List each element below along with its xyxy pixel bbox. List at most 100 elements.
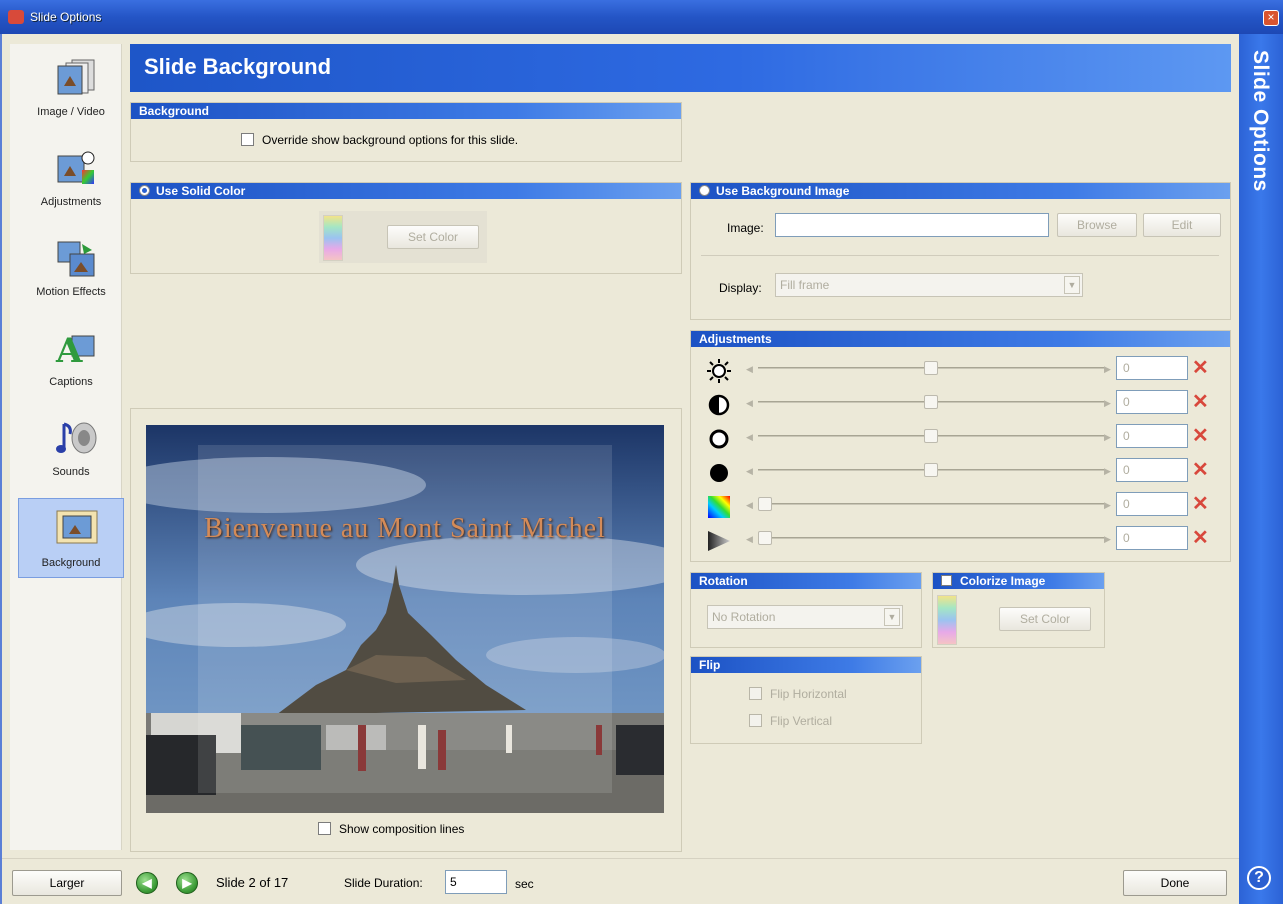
nav-item-motion-effects[interactable]: Motion Effects — [18, 228, 124, 308]
window-title: Slide Options — [30, 10, 102, 24]
done-button[interactable]: Done — [1123, 870, 1227, 896]
flip-title: Flip — [691, 657, 921, 673]
larger-button[interactable]: Larger — [12, 870, 122, 896]
previous-slide-button[interactable]: ◀ — [136, 872, 158, 894]
nav-item-image-video[interactable]: Image / Video — [18, 48, 124, 128]
duration-label: Slide Duration: — [344, 876, 423, 890]
nav-item-adjustments[interactable]: Adjustments — [18, 138, 124, 218]
black-point-value-input[interactable]: 0 — [1116, 458, 1188, 482]
reset-x-icon[interactable]: ✕ — [1192, 390, 1209, 414]
close-button[interactable]: × — [1263, 10, 1279, 26]
title-bar: Slide Options × — [0, 0, 1283, 34]
contrast-slider[interactable]: ◀ ▶ — [746, 395, 1116, 409]
colorize-set-color-button[interactable]: Set Color — [999, 607, 1091, 631]
display-label: Display: — [719, 281, 762, 295]
white-point-slider[interactable]: ◀ ▶ — [746, 429, 1116, 443]
contrast-value-input[interactable]: 0 — [1116, 390, 1188, 414]
nav-label: Motion Effects — [36, 286, 106, 298]
brightness-row: ◀ ▶ 0 ✕ — [706, 356, 1216, 384]
override-option[interactable]: Override show background options for thi… — [241, 133, 518, 147]
brightness-icon — [707, 359, 731, 383]
image-video-icon — [57, 59, 95, 95]
transparency-value-input[interactable]: 0 — [1116, 526, 1188, 550]
contrast-icon — [708, 394, 730, 416]
solid-color-panel: Use Solid Color Set Color — [130, 182, 682, 274]
hue-row: ◀ ▶ 0 ✕ — [706, 492, 1216, 520]
background-icon — [56, 510, 98, 544]
rotation-title: Rotation — [691, 573, 921, 589]
edit-button[interactable]: Edit — [1143, 213, 1221, 237]
page-title: Slide Background — [144, 54, 332, 79]
brightness-slider[interactable]: ◀ ▶ — [746, 361, 1116, 375]
app-icon — [8, 10, 24, 24]
flip-horizontal-checkbox[interactable] — [749, 687, 762, 700]
white-point-value-input[interactable]: 0 — [1116, 424, 1188, 448]
black-point-row: ◀ ▶ 0 ✕ — [706, 458, 1216, 486]
divider — [701, 255, 1219, 256]
flip-horizontal-option[interactable]: Flip Horizontal — [749, 687, 847, 701]
svg-text:A: A — [55, 331, 83, 370]
hue-value-input[interactable]: 0 — [1116, 492, 1188, 516]
composition-lines-option[interactable]: Show composition lines — [318, 822, 464, 836]
composition-lines-label: Show composition lines — [339, 822, 465, 836]
nav-item-captions[interactable]: A Captions — [18, 318, 124, 398]
override-label: Override show background options for thi… — [262, 133, 519, 147]
solid-set-color-button[interactable]: Set Color — [387, 225, 479, 249]
white-point-row: ◀ ▶ 0 ✕ — [706, 424, 1216, 452]
browse-button[interactable]: Browse — [1057, 213, 1137, 237]
solid-color-title[interactable]: Use Solid Color — [131, 183, 681, 199]
image-path-input[interactable] — [775, 213, 1049, 237]
override-checkbox[interactable] — [241, 133, 254, 146]
preview-image — [146, 425, 664, 813]
colorize-swatch — [937, 595, 957, 645]
chevron-down-icon: ▼ — [1064, 276, 1080, 294]
solid-color-swatch — [323, 215, 343, 261]
motion-effects-icon — [57, 241, 95, 277]
nav-item-background[interactable]: Background — [18, 498, 124, 578]
colorize-panel: Colorize Image Set Color — [932, 572, 1105, 648]
background-image-radio[interactable] — [699, 185, 710, 196]
left-nav: Image / Video Adjustments Motion Effects… — [10, 44, 124, 850]
flip-vertical-label: Flip Vertical — [770, 714, 833, 728]
background-panel: Background Override show background opti… — [130, 102, 682, 162]
background-panel-title: Background — [131, 103, 681, 119]
chevron-down-icon: ▼ — [884, 608, 900, 626]
display-value: Fill frame — [780, 278, 830, 292]
white-point-icon — [709, 429, 729, 449]
rotation-select[interactable]: No Rotation ▼ — [707, 605, 903, 629]
background-image-panel: Use Background Image Image: Browse Edit … — [690, 182, 1231, 320]
reset-x-icon[interactable]: ✕ — [1192, 424, 1209, 448]
reset-x-icon[interactable]: ✕ — [1192, 458, 1209, 482]
nav-label: Image / Video — [37, 106, 105, 118]
background-image-title[interactable]: Use Background Image — [691, 183, 1230, 199]
transparency-row: ◀ ▶ 0 ✕ — [706, 526, 1216, 554]
colorize-checkbox[interactable] — [941, 575, 952, 586]
black-point-slider[interactable]: ◀ ▶ — [746, 463, 1116, 477]
flip-vertical-checkbox[interactable] — [749, 714, 762, 727]
display-select[interactable]: Fill frame ▼ — [775, 273, 1083, 297]
help-icon[interactable]: ? — [1247, 866, 1271, 890]
reset-x-icon[interactable]: ✕ — [1192, 492, 1209, 516]
hue-slider[interactable]: ◀ ▶ — [746, 497, 1116, 511]
reset-x-icon[interactable]: ✕ — [1192, 526, 1209, 550]
nav-item-sounds[interactable]: Sounds — [18, 408, 124, 488]
slide-preview: Bienvenue au Mont Saint Michel — [146, 425, 664, 813]
reset-x-icon[interactable]: ✕ — [1192, 356, 1209, 380]
flip-vertical-option[interactable]: Flip Vertical — [749, 714, 832, 728]
adjustments-title: Adjustments — [691, 331, 1230, 347]
duration-input[interactable]: 5 — [445, 870, 507, 894]
sounds-icon — [56, 422, 97, 454]
adjustments-icon — [57, 151, 95, 184]
solid-color-radio[interactable] — [139, 185, 150, 196]
composition-lines-checkbox[interactable] — [318, 822, 331, 835]
colorize-label: Colorize Image — [960, 574, 1046, 588]
solid-color-label: Use Solid Color — [156, 184, 246, 198]
brightness-value-input[interactable]: 0 — [1116, 356, 1188, 380]
nav-label: Captions — [49, 376, 93, 388]
transparency-slider[interactable]: ◀ ▶ — [746, 531, 1116, 545]
colorize-title[interactable]: Colorize Image — [933, 573, 1104, 589]
nav-label: Sounds — [52, 466, 90, 478]
rotation-value: No Rotation — [712, 610, 776, 624]
duration-unit: sec — [515, 877, 534, 891]
next-slide-button[interactable]: ▶ — [176, 872, 198, 894]
